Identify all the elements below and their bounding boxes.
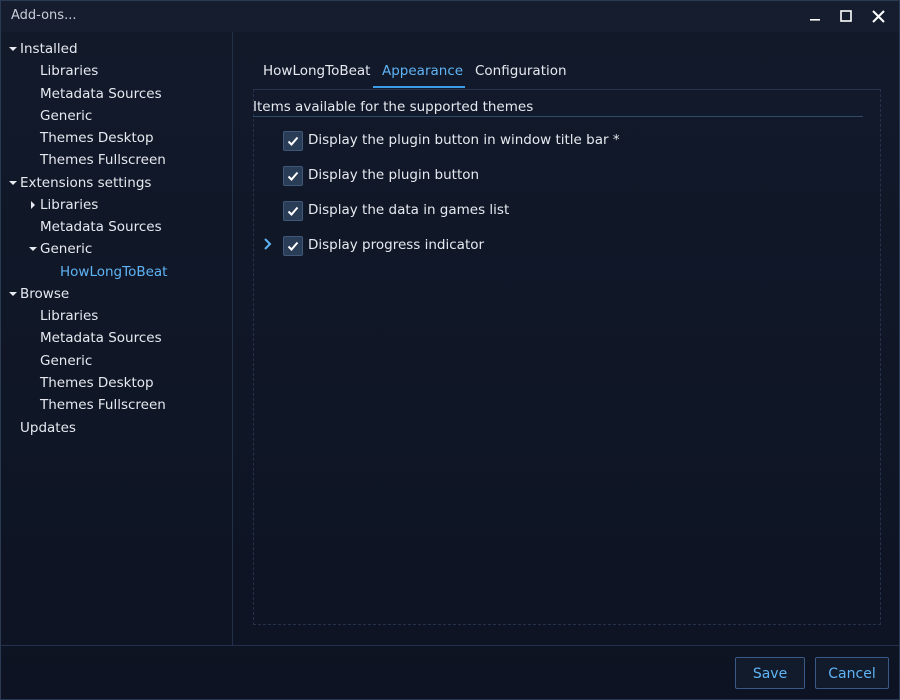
- option-label: Display the plugin button: [308, 167, 480, 183]
- checkmark-icon: [287, 136, 299, 146]
- option-label: Display the data in games list: [308, 202, 510, 218]
- dialog-footer: Save Cancel: [1, 645, 899, 700]
- checkmark-icon: [287, 206, 299, 216]
- addon-settings-panel: HowLongToBeat Appearance Configuration I…: [233, 32, 899, 645]
- tree-item-label: Generic: [40, 353, 93, 369]
- window-title: Add-ons...: [11, 8, 77, 23]
- title-bar-button-checkbox[interactable]: [283, 131, 303, 151]
- progress-indicator-checkbox[interactable]: [283, 236, 303, 256]
- checkmark-icon: [287, 241, 299, 251]
- section-divider: [253, 116, 863, 117]
- minimize-icon: [810, 19, 820, 21]
- tree-item-label: Metadata Sources: [40, 219, 162, 235]
- tree-item-label: Generic: [40, 241, 93, 257]
- title-bar: Add-ons...: [1, 1, 899, 32]
- tree-item-label: Extensions settings: [20, 175, 152, 191]
- games-list-data-checkbox[interactable]: [283, 201, 303, 221]
- tree-item-label: Themes Fullscreen: [40, 152, 166, 168]
- section-title: Items available for the supported themes: [253, 99, 534, 115]
- save-button[interactable]: Save: [735, 657, 805, 689]
- caret-down-icon: [9, 47, 17, 51]
- minimize-button[interactable]: [802, 5, 828, 27]
- tree-item-label: HowLongToBeat: [60, 264, 168, 280]
- addons-tree: Installed Libraries Metadata Sources Gen…: [1, 32, 233, 645]
- close-button[interactable]: [865, 5, 891, 27]
- checkmark-icon: [287, 171, 299, 181]
- tree-item-label: Updates: [20, 420, 76, 436]
- caret-down-icon: [9, 181, 17, 185]
- chevron-right-icon[interactable]: [261, 236, 275, 252]
- caret-down-icon: [9, 292, 17, 296]
- tree-item-label: Libraries: [40, 197, 99, 213]
- tab-appearance[interactable]: Appearance: [382, 59, 463, 87]
- tree-item-label: Metadata Sources: [40, 330, 162, 346]
- tree-item-label: Metadata Sources: [40, 86, 162, 102]
- tree-item-label: Generic: [40, 108, 93, 124]
- tree-item-label: Installed: [20, 41, 78, 57]
- tree-item-label: Libraries: [40, 63, 99, 79]
- addons-window: Add-ons... Installed Libraries Metadata …: [0, 0, 900, 700]
- tree-item-label: Browse: [20, 286, 70, 302]
- tab-configuration[interactable]: Configuration: [475, 59, 567, 87]
- caret-down-icon: [29, 247, 37, 251]
- maximize-button[interactable]: [833, 5, 859, 27]
- caret-right-icon: [31, 201, 35, 209]
- tree-item-label: Libraries: [40, 308, 99, 324]
- plugin-button-checkbox[interactable]: [283, 166, 303, 186]
- option-label: Display progress indicator: [308, 237, 485, 253]
- close-icon: [872, 10, 885, 23]
- option-label: Display the plugin button in window titl…: [308, 132, 620, 148]
- tab-howlongtobeat[interactable]: HowLongToBeat: [263, 59, 370, 87]
- tree-item-label: Themes Fullscreen: [40, 397, 166, 413]
- active-tab-indicator: [373, 86, 465, 88]
- tree-item-label: Themes Desktop: [40, 375, 154, 391]
- tree-item-label: Themes Desktop: [40, 130, 154, 146]
- cancel-button[interactable]: Cancel: [815, 657, 889, 689]
- maximize-icon: [840, 10, 852, 22]
